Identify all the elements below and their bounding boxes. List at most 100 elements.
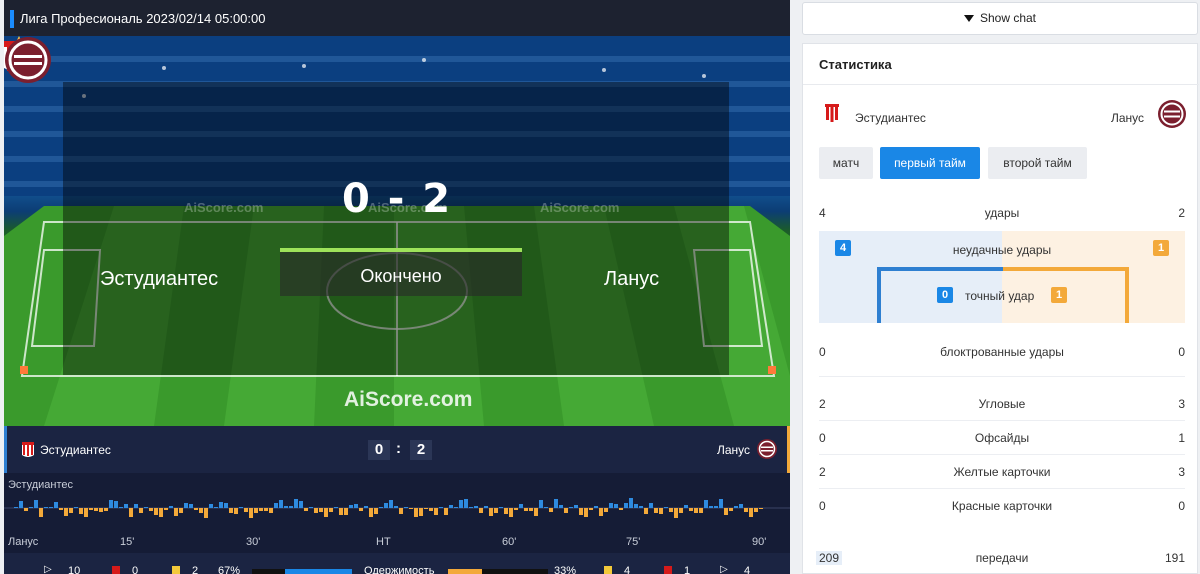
momentum-bar <box>279 500 283 508</box>
momentum-bar <box>389 500 393 508</box>
score-strip: Эстудиантес 0 : 2 Ланус <box>4 426 790 473</box>
momentum-bar <box>349 505 353 508</box>
home-color-bar <box>4 426 7 473</box>
missed-label: неудачные удары <box>952 243 1052 257</box>
stat-label: блоктрованные удары <box>940 345 1064 359</box>
momentum-bar <box>284 506 288 508</box>
away-color-bar <box>787 426 790 473</box>
momentum-bar <box>209 504 213 508</box>
momentum-bar <box>654 508 658 513</box>
momentum-bar <box>384 503 388 508</box>
momentum-bar <box>59 508 63 510</box>
momentum-bar <box>464 499 468 508</box>
momentum-bar <box>534 508 538 516</box>
momentum-bar <box>144 507 148 508</box>
momentum-bar <box>679 508 683 513</box>
momentum-bar <box>114 501 118 508</box>
momentum-bar <box>739 504 743 508</box>
home-possession: 67% <box>218 565 241 574</box>
show-chat-button[interactable]: Show chat <box>802 2 1198 35</box>
momentum-bar <box>299 501 303 508</box>
momentum-bar <box>324 508 328 517</box>
momentum-bar <box>599 508 603 516</box>
momentum-bar <box>219 502 223 508</box>
momentum-bar <box>754 508 758 512</box>
momentum-bar <box>594 506 598 508</box>
momentum-bar <box>574 505 578 508</box>
momentum-bar <box>379 507 383 508</box>
brand-logo-text: AiScore.com <box>344 388 473 411</box>
momentum-bar <box>374 508 378 514</box>
momentum-bar <box>274 503 278 508</box>
red-card-icon <box>664 566 672 574</box>
momentum-bar <box>559 505 563 508</box>
show-chat-label: Show chat <box>979 11 1037 25</box>
momentum-bar <box>649 503 653 508</box>
momentum-bar <box>709 506 713 508</box>
possession-bar-away-track <box>482 569 548 574</box>
momentum-bar <box>369 508 373 517</box>
lanus-logo <box>5 37 51 83</box>
momentum-bar <box>334 507 338 508</box>
estudiantes-logo <box>825 104 839 123</box>
stat-label: Красные карточки <box>951 499 1053 513</box>
momentum-bar <box>629 498 633 508</box>
momentum-bar <box>699 508 703 513</box>
away-team-label: Ланус <box>717 443 751 457</box>
momentum-bar <box>579 508 583 515</box>
momentum-bar <box>614 504 618 508</box>
divider <box>819 488 1185 489</box>
momentum-bar <box>634 504 638 508</box>
momentum-bar <box>339 508 343 515</box>
momentum-bar <box>439 507 443 508</box>
momentum-bar <box>54 502 58 508</box>
watermark: AiScore.com <box>540 200 620 215</box>
momentum-bar <box>244 508 248 512</box>
momentum-bar <box>154 508 158 515</box>
big-score: 0 - 2 <box>341 176 453 222</box>
momentum-bar <box>519 504 523 508</box>
momentum-bar <box>499 507 503 508</box>
momentum-bar <box>264 508 268 511</box>
momentum-bar <box>609 503 613 508</box>
momentum-bar <box>194 508 198 510</box>
momentum-bar <box>14 507 18 508</box>
tab-second-half[interactable]: второй тайм <box>988 147 1087 179</box>
momentum-bar <box>314 508 318 513</box>
stat-label: Офсайды <box>974 431 1030 445</box>
divider <box>803 84 1199 85</box>
momentum-bar <box>74 507 78 508</box>
momentum-bar <box>359 508 363 511</box>
momentum-bar <box>259 508 263 511</box>
stat-away-value: 2 <box>1178 206 1185 220</box>
stat-away-value: 3 <box>1178 465 1185 479</box>
momentum-bar <box>429 508 433 511</box>
momentum-bar <box>474 506 478 508</box>
momentum-bar <box>549 508 553 512</box>
momentum-bar <box>639 506 643 508</box>
on-target-home-badge: 0 <box>937 287 953 303</box>
momentum-bar <box>424 508 428 509</box>
divider <box>819 376 1185 377</box>
momentum-bar <box>234 508 238 514</box>
momentum-bar <box>664 507 668 508</box>
momentum-bar <box>99 508 103 512</box>
momentum-bar <box>214 507 218 508</box>
momentum-bar <box>584 508 588 517</box>
momentum-bar <box>419 508 423 516</box>
momentum-bar <box>149 508 153 511</box>
momentum-bar <box>669 508 673 512</box>
divider <box>819 420 1185 421</box>
momentum-bar <box>544 507 548 508</box>
stat-label: передачи <box>975 551 1029 565</box>
momentum-bar <box>504 508 508 514</box>
match-status: Окончено <box>280 248 522 296</box>
momentum-bar <box>169 506 173 508</box>
tab-match[interactable]: матч <box>819 147 873 179</box>
red-card-icon <box>112 566 120 574</box>
momentum-bar <box>294 499 298 508</box>
tab-first-half[interactable]: первый тайм <box>880 147 980 179</box>
away-score: 2 <box>410 440 432 460</box>
momentum-bar <box>509 508 513 517</box>
stat-label: удары <box>984 206 1020 220</box>
